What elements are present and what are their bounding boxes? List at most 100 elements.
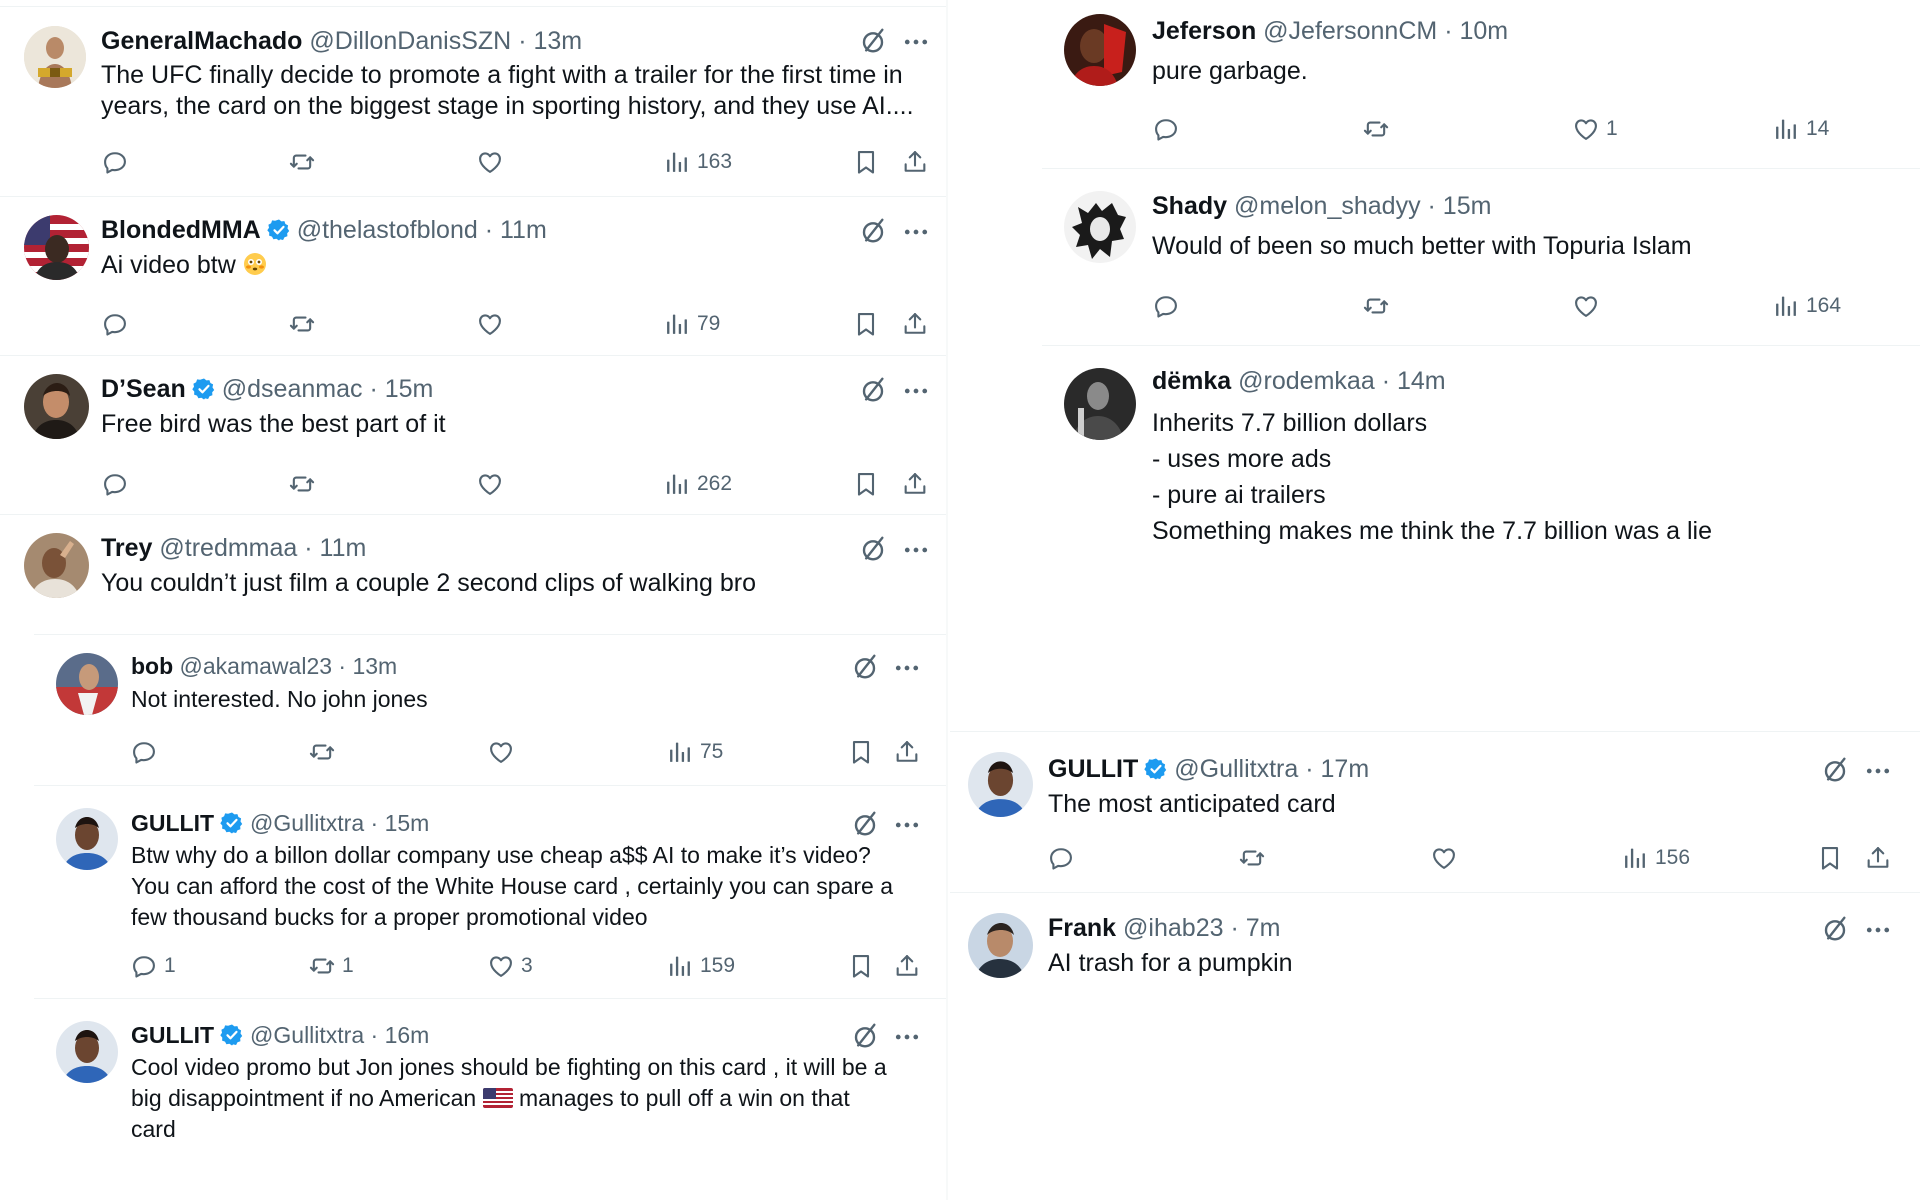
display-name[interactable]: Shady (1152, 192, 1227, 220)
tweet-card[interactable]: GULLIT @Gullitxtra · 16m Cool video promo… (0, 999, 948, 1199)
tweet-card[interactable]: Frank @ihab23 · 7m AI trash for a pumpki… (950, 893, 1920, 1003)
user-handle[interactable]: @Gullitxtra (250, 1022, 364, 1048)
reply-button[interactable] (101, 468, 135, 500)
repost-button[interactable] (1362, 290, 1396, 322)
tweet-card[interactable]: BlondedMMA @thelastofblond · 11m Ai video… (0, 197, 948, 355)
display-name[interactable]: bob (131, 653, 173, 679)
timestamp[interactable]: · 14m (1382, 367, 1446, 395)
bookmark-button[interactable] (852, 468, 880, 500)
display-name[interactable]: GULLIT (1048, 755, 1138, 783)
tweet-card[interactable]: GULLIT @Gullitxtra · 17m The most anticip… (950, 732, 1920, 892)
more-options-icon[interactable] (901, 535, 931, 565)
timestamp[interactable]: · 15m (369, 375, 433, 403)
display-name[interactable]: Jeferson (1152, 17, 1256, 45)
grok-icon[interactable] (850, 1021, 880, 1051)
grok-icon[interactable] (850, 652, 880, 682)
timestamp[interactable]: · 17m (1305, 755, 1369, 783)
bookmark-button[interactable] (1816, 842, 1844, 874)
more-options-icon[interactable] (892, 1022, 922, 1052)
views-button[interactable]: 262 (663, 468, 732, 500)
like-button[interactable]: 3 (487, 950, 533, 982)
more-options-icon[interactable] (892, 653, 922, 683)
more-options-icon[interactable] (1863, 915, 1893, 945)
display-name[interactable]: GULLIT (131, 810, 214, 836)
user-handle[interactable]: @tredmmaa (159, 534, 297, 562)
repost-button[interactable] (288, 308, 322, 340)
tweet-card[interactable]: Shady @melon_shadyy · 15m Would of been … (1042, 169, 1920, 345)
display-name[interactable]: BlondedMMA (101, 216, 261, 244)
tweet-card[interactable]: D’Sean @dseanmac · 15m Free bird was the … (0, 356, 948, 514)
user-handle[interactable]: @JefersonnCM (1263, 17, 1437, 45)
reply-button[interactable]: 1 (130, 950, 176, 982)
grok-icon[interactable] (1820, 755, 1850, 785)
share-button[interactable] (901, 308, 929, 340)
timestamp[interactable]: · 15m (1428, 192, 1492, 220)
user-handle[interactable]: @melon_shadyy (1234, 192, 1421, 220)
grok-icon[interactable] (1820, 914, 1850, 944)
share-button[interactable] (1864, 842, 1892, 874)
like-button[interactable]: 1 (1572, 113, 1618, 145)
repost-button[interactable] (1362, 113, 1396, 145)
tweet-card[interactable]: dëmka @rodemkaa · 14m Inherits 7.7 billi… (1042, 346, 1920, 730)
user-handle[interactable]: @Gullitxtra (1174, 755, 1298, 783)
timestamp[interactable]: · 13m (518, 27, 582, 55)
user-handle[interactable]: @Gullitxtra (250, 810, 364, 836)
more-options-icon[interactable] (1863, 756, 1893, 786)
reply-button[interactable] (130, 736, 164, 768)
user-handle[interactable]: @akamawal23 (180, 653, 332, 679)
avatar[interactable] (1064, 14, 1136, 86)
reply-button[interactable] (101, 146, 135, 178)
reply-button[interactable] (1047, 842, 1081, 874)
more-options-icon[interactable] (901, 217, 931, 247)
like-button[interactable] (476, 146, 510, 178)
display-name[interactable]: Trey (101, 534, 152, 562)
views-button[interactable]: 14 (1772, 113, 1829, 145)
user-handle[interactable]: @DillonDanisSZN (309, 27, 511, 55)
more-options-icon[interactable] (901, 376, 931, 406)
like-button[interactable] (487, 736, 521, 768)
like-button[interactable] (1430, 842, 1464, 874)
reply-button[interactable] (101, 308, 135, 340)
views-button[interactable]: 164 (1772, 290, 1841, 322)
bookmark-button[interactable] (852, 308, 880, 340)
display-name[interactable]: GeneralMachado (101, 27, 302, 55)
repost-button[interactable] (1238, 842, 1272, 874)
bookmark-button[interactable] (852, 146, 880, 178)
more-options-icon[interactable] (901, 27, 931, 57)
tweet-card[interactable]: GeneralMachado @DillonDanisSZN · 13m The… (0, 0, 948, 196)
user-handle[interactable]: @dseanmac (222, 375, 363, 403)
repost-button[interactable]: 1 (308, 950, 354, 982)
like-button[interactable] (476, 468, 510, 500)
views-button[interactable]: 156 (1621, 842, 1690, 874)
share-button[interactable] (901, 468, 929, 500)
repost-button[interactable] (288, 468, 322, 500)
display-name[interactable]: dëmka (1152, 367, 1231, 395)
avatar[interactable] (968, 913, 1033, 978)
like-button[interactable] (1572, 290, 1606, 322)
avatar[interactable] (56, 653, 118, 715)
grok-icon[interactable] (858, 534, 888, 564)
like-button[interactable] (476, 308, 510, 340)
tweet-card[interactable]: Trey @tredmmaa · 11m You couldn’t just f… (0, 515, 948, 635)
grok-icon[interactable] (858, 216, 888, 246)
avatar[interactable] (56, 808, 118, 870)
avatar[interactable] (56, 1021, 118, 1083)
tweet-card[interactable]: GULLIT @Gullitxtra · 15m Btw why do a bil… (0, 786, 948, 998)
tweet-card[interactable]: bob @akamawal23 · 13m Not interested. No… (0, 635, 948, 785)
user-handle[interactable]: @rodemkaa (1238, 367, 1375, 395)
reply-button[interactable] (1152, 113, 1186, 145)
repost-button[interactable] (288, 146, 322, 178)
more-options-icon[interactable] (892, 810, 922, 840)
timestamp[interactable]: · 16m (371, 1022, 430, 1048)
views-button[interactable]: 159 (666, 950, 735, 982)
avatar[interactable] (24, 215, 89, 280)
bookmark-button[interactable] (847, 950, 875, 982)
timestamp[interactable]: · 11m (304, 534, 366, 562)
views-button[interactable]: 79 (663, 308, 720, 340)
share-button[interactable] (901, 146, 929, 178)
user-handle[interactable]: @ihab23 (1123, 914, 1223, 942)
grok-icon[interactable] (858, 26, 888, 56)
views-button[interactable]: 75 (666, 736, 723, 768)
display-name[interactable]: GULLIT (131, 1022, 214, 1048)
timestamp[interactable]: · 15m (371, 810, 430, 836)
